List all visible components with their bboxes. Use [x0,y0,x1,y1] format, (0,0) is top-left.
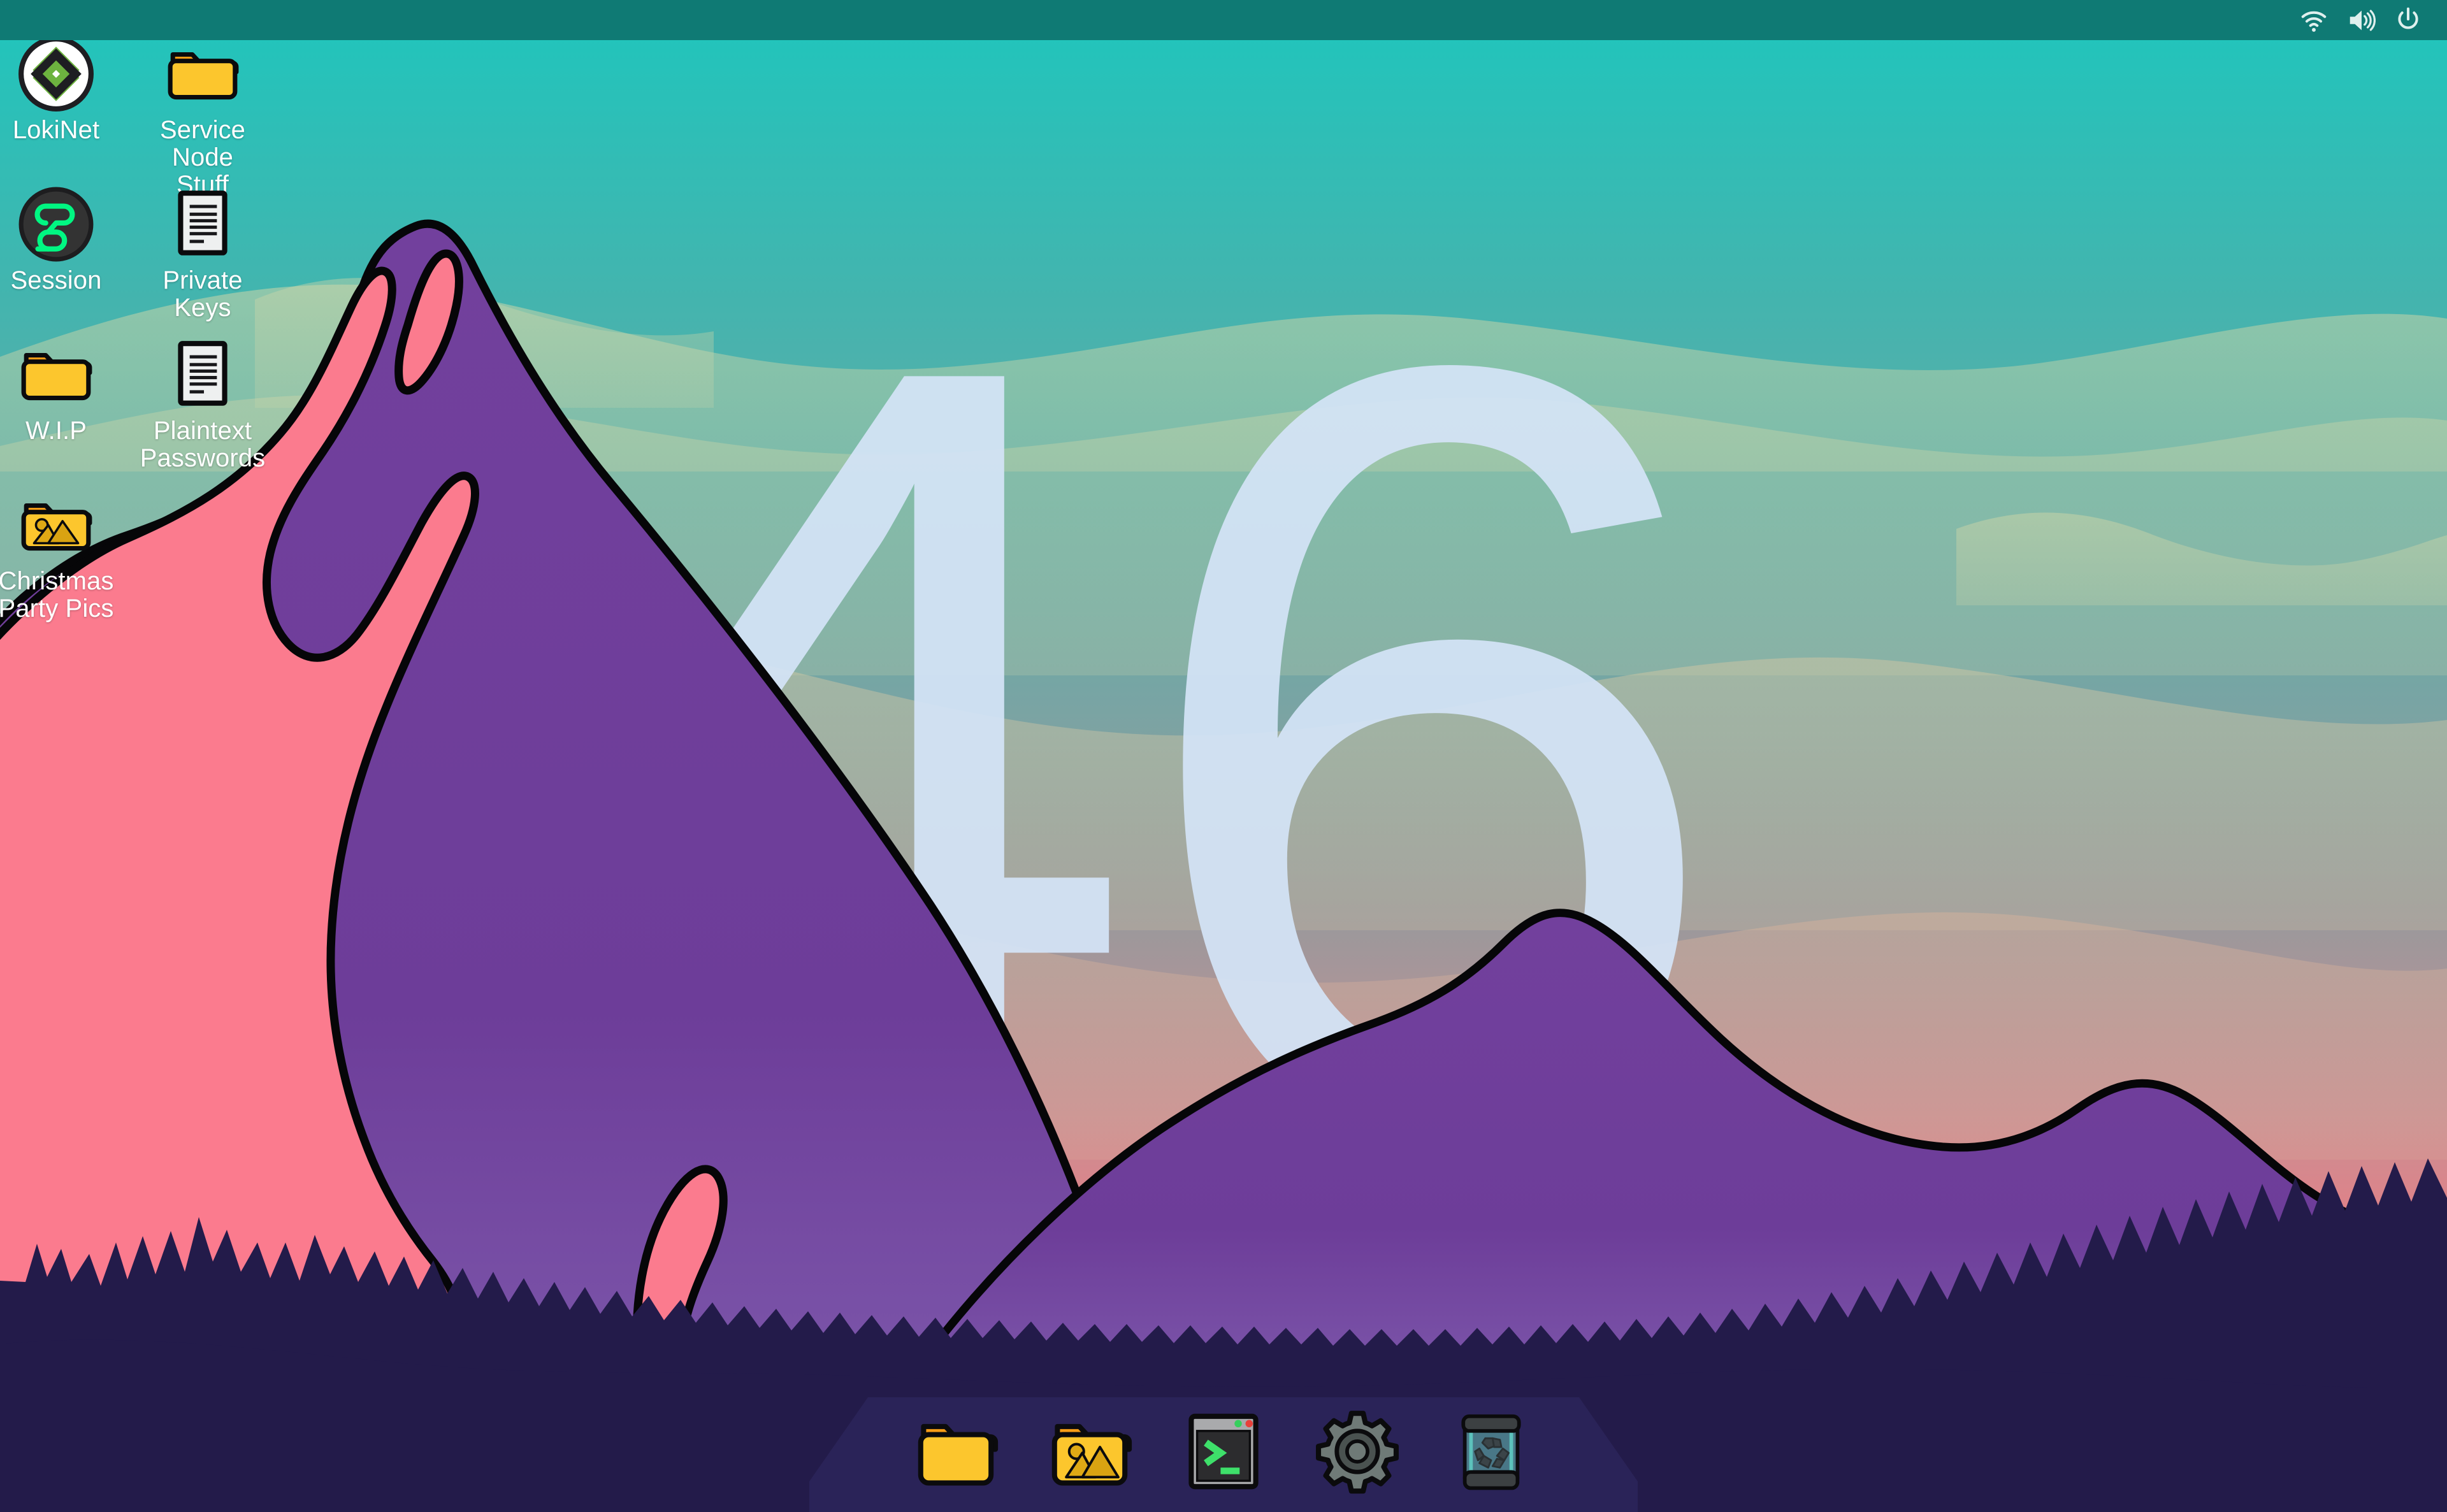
document-icon [164,185,242,263]
desktop-icon-label: Plaintext Passwords [140,417,266,473]
desktop-icon-plaintext-passwords[interactable]: Plaintext Passwords [139,336,266,472]
document-icon [164,336,242,414]
folder-pictures-icon [17,486,95,564]
dock-item-trash[interactable] [1447,1408,1535,1495]
dock-item-terminal[interactable] [1180,1408,1267,1495]
desktop-icon-christmas-party-pics[interactable]: Christmas Party Pics [0,486,120,623]
lokinet-app-icon [17,35,95,113]
desktop-icon-lokinet[interactable]: LokiNet [0,35,120,144]
dock-item-pictures[interactable] [1046,1408,1134,1495]
session-app-icon [17,185,95,263]
dock [809,1397,1638,1512]
top-bar [0,0,2447,40]
desktop-icon-service-node-stuff[interactable]: Service Node Stuff [139,35,266,199]
desktop-icon-label: Private Keys [162,266,243,322]
desktop-icon-label: W.I.P [25,417,87,445]
dock-item-list [809,1404,1638,1499]
wallpaper: 46 [0,0,2447,1512]
desktop-icon-label: Christmas Party Pics [0,567,114,623]
desktop-icon-session[interactable]: Session [0,185,120,294]
dock-item-settings[interactable] [1313,1408,1401,1495]
desktop-icon-label: LokiNet [12,116,100,144]
wifi-icon[interactable] [2294,1,2334,40]
desktop-icon-label: Session [10,266,102,294]
folder-icon [17,336,95,414]
desktop-screen: 46 LokiNet Service Node Stuff Session Pr… [0,0,2447,1512]
power-icon[interactable] [2388,1,2428,40]
dock-item-files[interactable] [912,1408,1000,1495]
folder-icon [164,35,242,113]
desktop-icon-wip[interactable]: W.I.P [0,336,120,445]
volume-icon[interactable] [2341,1,2381,40]
desktop-icon-private-keys[interactable]: Private Keys [139,185,266,322]
